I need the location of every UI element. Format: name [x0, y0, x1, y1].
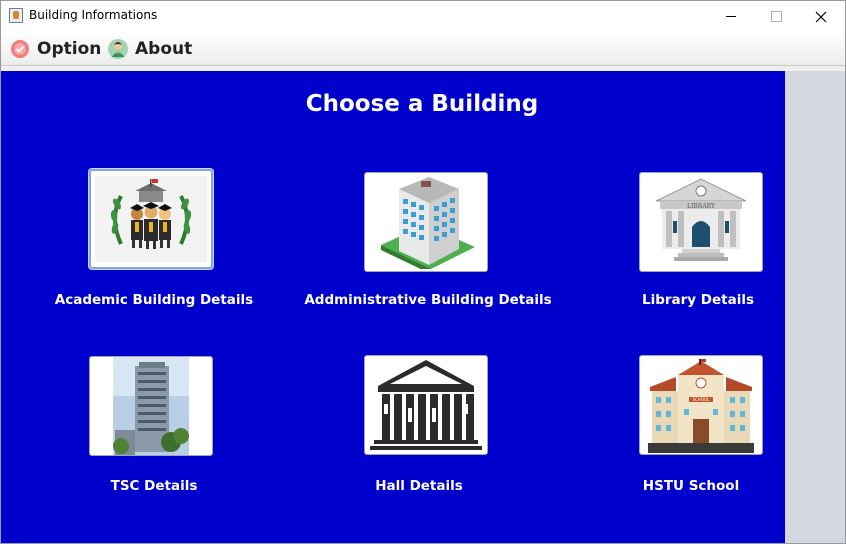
close-icon	[815, 11, 827, 22]
columned-hall-icon	[370, 360, 482, 450]
academic-building-label: Academic Building Details	[54, 292, 254, 308]
badge-check-icon	[11, 39, 29, 58]
high-rise-photo-icon	[113, 357, 189, 455]
window-title: Building Informations	[29, 8, 158, 22]
school-building-icon: SCHOOL	[648, 359, 754, 453]
administrative-building-button[interactable]	[364, 172, 488, 272]
library-building-icon: LIBRARY	[655, 178, 747, 261]
svg-text:LIBRARY: LIBRARY	[687, 203, 716, 210]
tsc-label: TSC Details	[110, 478, 198, 494]
menu-bar: Option About	[1, 32, 845, 66]
java-app-icon	[9, 8, 23, 23]
person-avatar-icon	[108, 38, 128, 59]
graduates-laurel-icon	[95, 176, 207, 262]
building-chooser-panel: Choose a Building Academic Building Deta…	[1, 71, 785, 543]
office-tower-icon	[381, 177, 475, 269]
svg-text:SCHOOL: SCHOOL	[693, 397, 711, 402]
title-bar[interactable]: Building Informations	[1, 1, 845, 32]
administrative-building-label: Addministrative Building Details	[304, 292, 552, 308]
maximize-button[interactable]	[753, 1, 799, 32]
tsc-button[interactable]	[89, 356, 213, 456]
menu-option-label: Option	[37, 38, 102, 59]
side-panel	[785, 71, 845, 543]
app-window: Building Informations Option About Choos…	[0, 0, 846, 544]
maximize-icon	[770, 11, 782, 22]
menu-about[interactable]: About	[107, 32, 192, 65]
minimize-button[interactable]	[708, 1, 754, 32]
academic-building-button[interactable]	[89, 169, 213, 269]
menu-about-label: About	[135, 38, 193, 59]
minimize-icon	[726, 16, 736, 17]
hall-label: Hall Details	[375, 478, 463, 494]
hstu-school-button[interactable]: SCHOOL	[639, 355, 763, 455]
hall-button[interactable]	[364, 355, 488, 455]
library-button[interactable]: LIBRARY	[639, 172, 763, 272]
hstu-school-label: HSTU School	[642, 478, 740, 494]
close-button[interactable]	[798, 1, 844, 32]
menu-option[interactable]: Option	[9, 32, 101, 65]
page-title: Choose a Building	[305, 91, 539, 117]
